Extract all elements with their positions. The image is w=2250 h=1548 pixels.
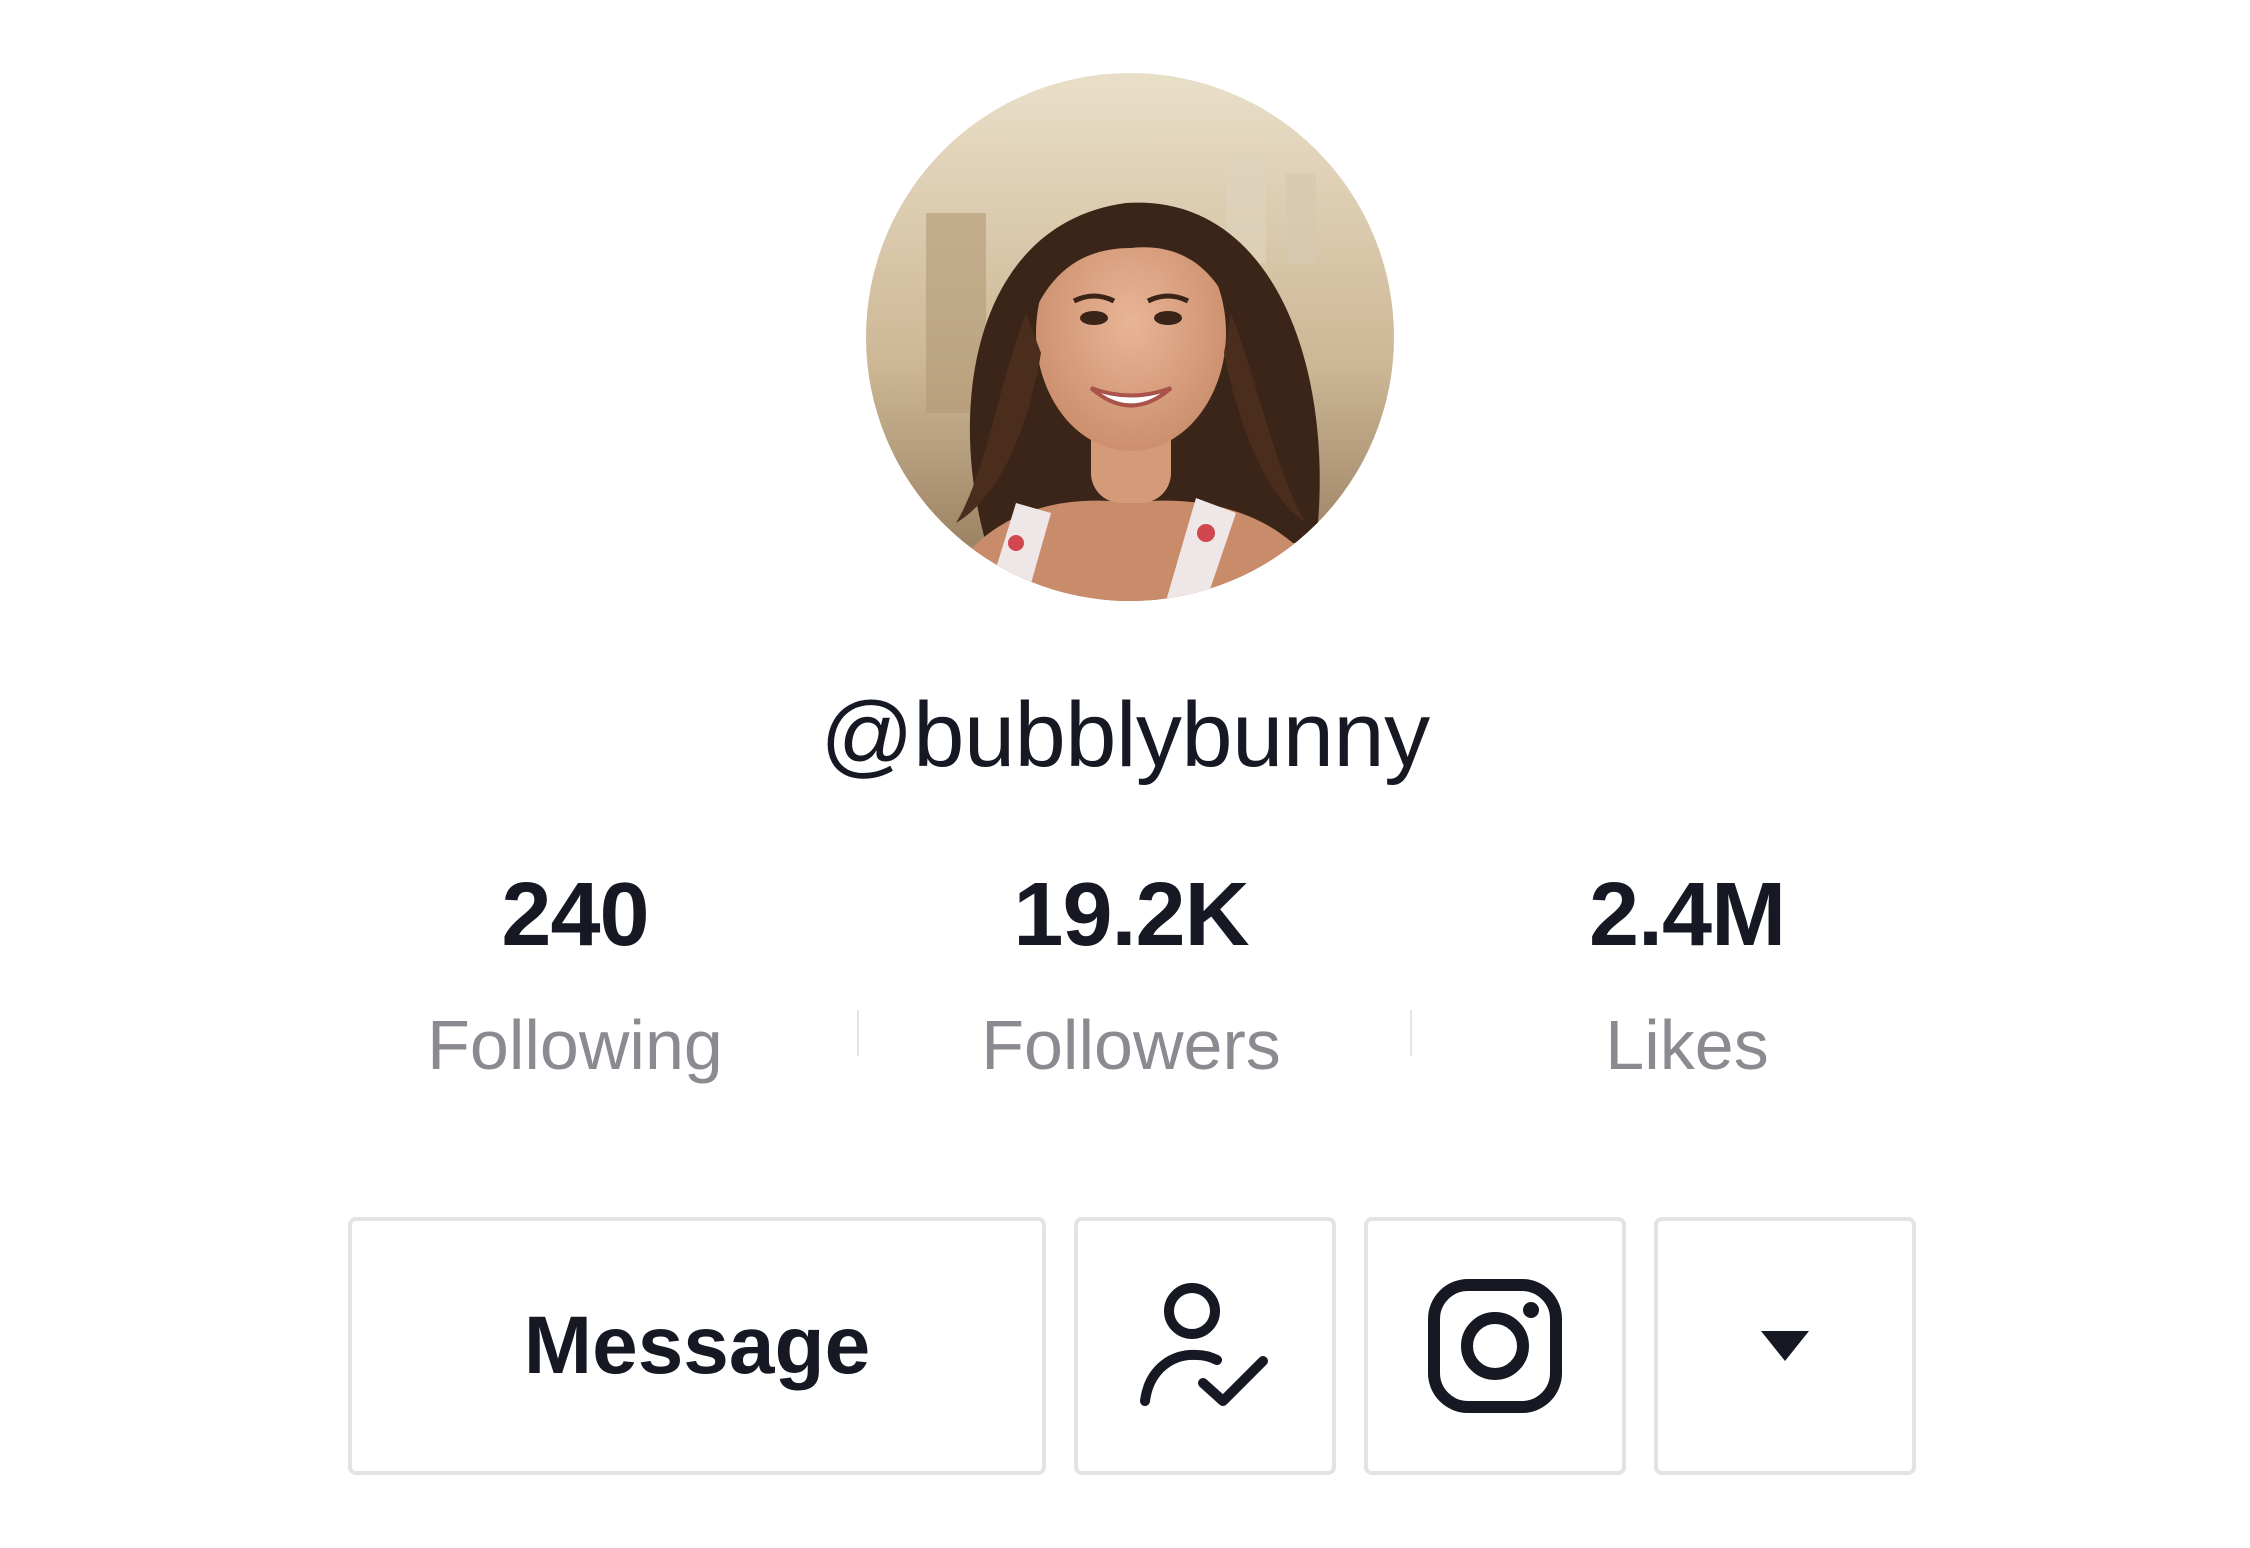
- avatar[interactable]: [866, 73, 1394, 601]
- caret-down-icon: [1761, 1331, 1809, 1361]
- stat-divider: [1410, 1010, 1412, 1056]
- stat-divider: [857, 1010, 859, 1056]
- profile-photo: [866, 73, 1394, 601]
- likes-count: 2.4M: [1588, 865, 1786, 965]
- stat-following[interactable]: 240 Following: [365, 860, 785, 1090]
- following-count: 240: [501, 865, 649, 965]
- following-label: Following: [427, 1006, 723, 1084]
- followers-count: 19.2K: [1013, 865, 1249, 965]
- message-button[interactable]: Message: [348, 1217, 1046, 1475]
- more-options-button[interactable]: [1654, 1217, 1916, 1475]
- instagram-icon: [1428, 1279, 1562, 1413]
- user-check-icon: [1140, 1283, 1268, 1406]
- stat-likes: 2.4M Likes: [1477, 860, 1897, 1090]
- stat-followers[interactable]: 19.2K Followers: [921, 860, 1341, 1090]
- username: @bubblybunny: [820, 684, 1430, 786]
- instagram-button[interactable]: [1364, 1217, 1626, 1475]
- followers-label: Followers: [981, 1006, 1281, 1084]
- likes-label: Likes: [1605, 1006, 1769, 1084]
- following-status-button[interactable]: [1074, 1217, 1336, 1475]
